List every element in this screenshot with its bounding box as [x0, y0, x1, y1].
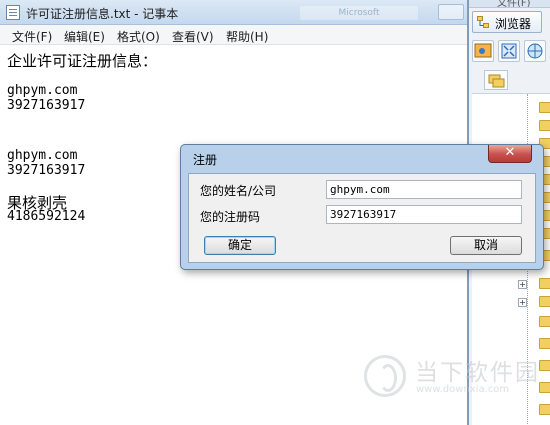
- close-icon: ✕: [504, 145, 516, 160]
- ok-button[interactable]: 确定: [204, 236, 276, 255]
- folder-icon: [488, 74, 505, 88]
- dialog-titlebar[interactable]: 注册 ✕: [181, 145, 543, 172]
- text-line: ghpym.com: [7, 148, 78, 163]
- tab-browser[interactable]: 浏览器: [472, 11, 542, 33]
- expand-icon[interactable]: +: [518, 280, 527, 289]
- folder-icon[interactable]: [539, 338, 550, 349]
- dialog-body: 您的姓名/公司 ghpym.com 您的注册码 3927163917 确定 取消: [188, 173, 536, 263]
- panel-top-strip: 文件(F): [469, 0, 550, 8]
- name-label: 您的姓名/公司: [200, 184, 277, 198]
- cancel-button[interactable]: 取消: [450, 236, 522, 255]
- dialog-title: 注册: [193, 153, 218, 167]
- text-line: 4186592124: [7, 209, 86, 224]
- menu-help[interactable]: 帮助(H): [226, 28, 268, 45]
- text-line: ghpym.com: [7, 83, 78, 98]
- folder-icon[interactable]: [539, 296, 550, 307]
- register-dialog: 注册 ✕ 您的姓名/公司 ghpym.com 您的注册码 3927163917 …: [180, 144, 544, 270]
- folder-icon[interactable]: [539, 278, 550, 289]
- image-view-button[interactable]: [472, 40, 494, 62]
- globe-button[interactable]: [524, 40, 546, 62]
- globe-icon: [527, 43, 543, 59]
- picture-icon: [474, 43, 492, 58]
- text-line: 3927163917: [7, 98, 86, 113]
- folder-icon[interactable]: [539, 404, 550, 415]
- tree-icon: [477, 16, 489, 28]
- registration-code-field[interactable]: 3927163917: [326, 205, 522, 224]
- watermark-url: www.downxia.com: [416, 384, 510, 395]
- expand-icon: [501, 43, 517, 59]
- menubar: 文件(F) 编辑(E) 格式(O) 查看(V) 帮助(H): [0, 25, 467, 45]
- notepad-titlebar[interactable]: 许可证注册信息.txt - 记事本 Microsoft: [0, 0, 467, 25]
- menu-file[interactable]: 文件(F): [12, 28, 52, 45]
- background-window-title: Microsoft: [300, 6, 418, 20]
- window-title: 许可证注册信息.txt - 记事本: [26, 7, 179, 21]
- menu-edit[interactable]: 编辑(E): [64, 28, 105, 45]
- close-button[interactable]: ✕: [488, 145, 532, 163]
- tab-label: 浏览器: [495, 17, 532, 31]
- folder-icon[interactable]: [539, 102, 550, 113]
- expand-icon[interactable]: +: [518, 298, 527, 307]
- folder-icon[interactable]: [539, 120, 550, 131]
- folder-icon[interactable]: [539, 316, 550, 327]
- notepad-icon: [6, 5, 20, 20]
- code-label: 您的注册码: [200, 210, 261, 224]
- name-field[interactable]: ghpym.com: [326, 180, 522, 199]
- watermark: 当下软件园 www.downxia.com: [360, 352, 545, 404]
- menu-format[interactable]: 格式(O): [117, 28, 160, 45]
- panel-toolbar: [472, 40, 548, 64]
- minimize-button[interactable]: [438, 4, 464, 20]
- watermark-logo-icon: [364, 355, 406, 397]
- folder-tree-button[interactable]: [484, 70, 508, 90]
- menu-view[interactable]: 查看(V): [172, 28, 214, 45]
- text-line: 3927163917: [7, 163, 86, 178]
- text-line: 企业许可证注册信息：: [7, 52, 158, 70]
- watermark-name: 当下软件园: [415, 360, 540, 386]
- fit-view-button[interactable]: [498, 40, 520, 62]
